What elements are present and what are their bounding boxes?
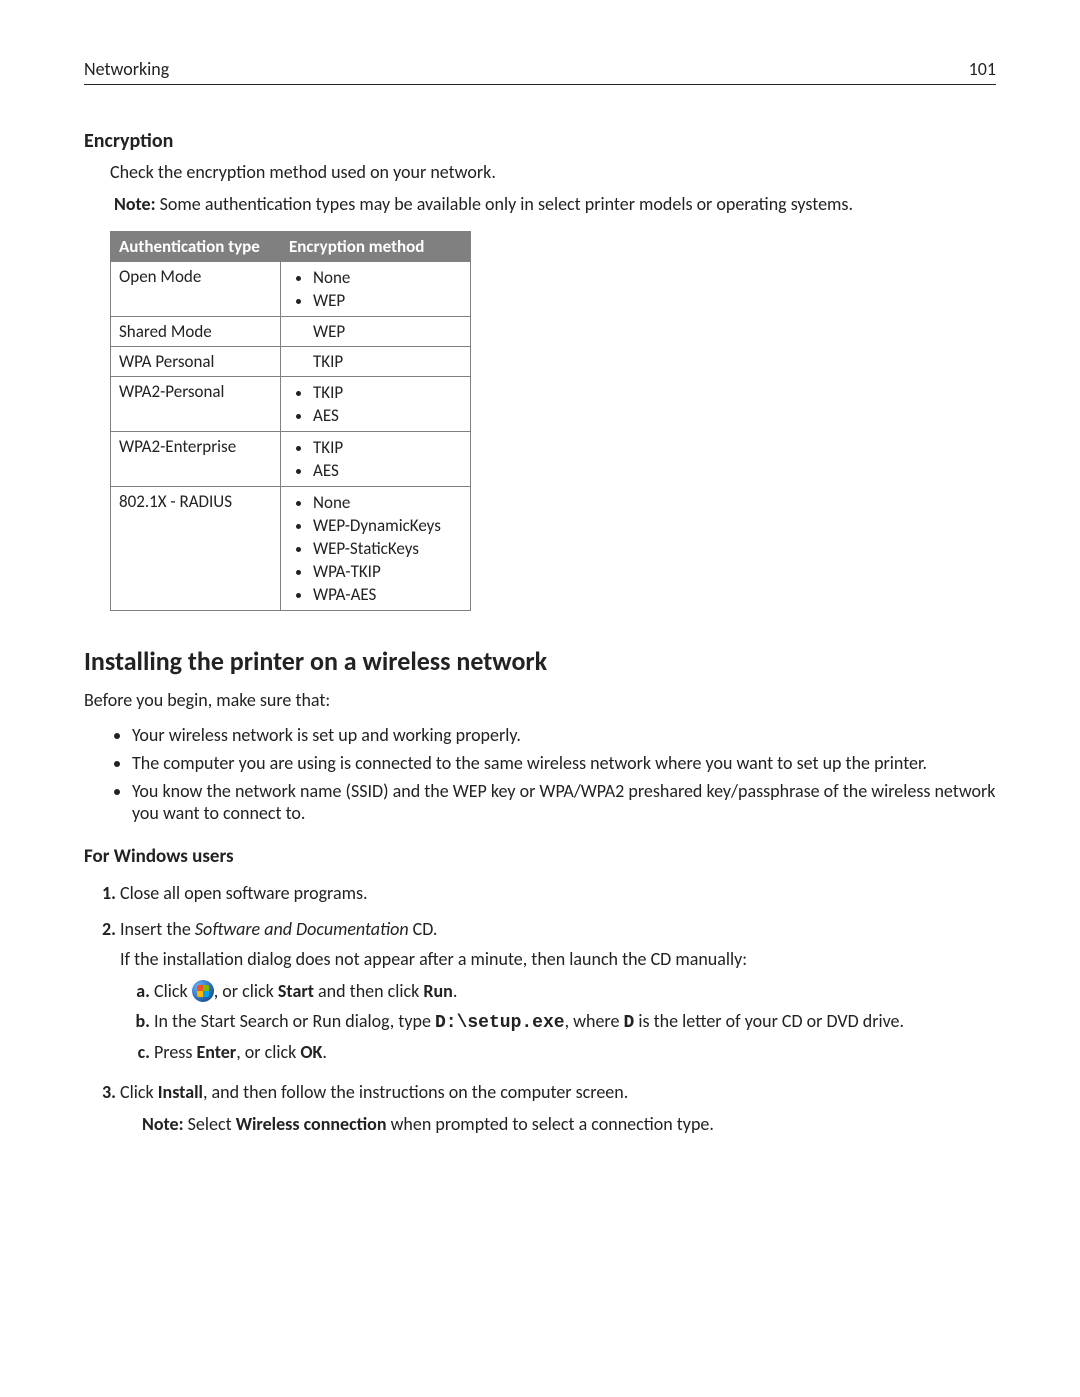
method-item: None <box>313 266 462 289</box>
enc-method-cell: NoneWEP-DynamicKeysWEP-StaticKeysWPA-TKI… <box>281 487 471 611</box>
method-item: WEP-DynamicKeys <box>313 514 462 537</box>
method-list: TKIPAES <box>289 436 462 482</box>
method-item: WPA-TKIP <box>313 560 462 583</box>
step-2-sub: If the installation dialog does not appe… <box>120 948 996 970</box>
method-item: WPA-AES <box>313 583 462 606</box>
prereq-item: Your wireless network is set up and work… <box>132 721 996 749</box>
install-intro: Before you begin, make sure that: <box>84 689 996 711</box>
step-2c: Press Enter, or click OK. <box>154 1037 996 1067</box>
method-list: NoneWEP <box>289 266 462 312</box>
enc-method-cell: TKIPAES <box>281 377 471 432</box>
th-auth-type: Authentication type <box>111 232 281 262</box>
step-1: Close all open software programs. <box>120 878 996 908</box>
method-item: WEP-StaticKeys <box>313 537 462 560</box>
prereq-item: The computer you are using is connected … <box>132 749 996 777</box>
enc-method-cell: TKIPAES <box>281 432 471 487</box>
th-enc-method: Encryption method <box>281 232 471 262</box>
method-item: WEP <box>289 321 462 342</box>
windows-start-icon <box>192 980 214 1002</box>
page-header: Networking 101 <box>84 58 996 85</box>
encryption-note: Note: Some authentication types may be a… <box>114 193 996 215</box>
windows-steps: Close all open software programs. Insert… <box>84 878 996 1139</box>
note-body: Some authentication types may be availab… <box>156 193 853 215</box>
auth-type-cell: Shared Mode <box>111 317 281 347</box>
enc-method-cell: WEP <box>281 317 471 347</box>
note-label: Note: <box>114 193 156 215</box>
table-row: 802.1X - RADIUSNoneWEP-DynamicKeysWEP-St… <box>111 487 471 611</box>
method-item: None <box>313 491 462 514</box>
table-row: Open ModeNoneWEP <box>111 262 471 317</box>
install-prereq-list: Your wireless network is set up and work… <box>84 721 996 827</box>
method-item: AES <box>313 459 462 482</box>
auth-type-cell: Open Mode <box>111 262 281 317</box>
method-item: AES <box>313 404 462 427</box>
step-2: Insert the Software and Documentation CD… <box>120 914 996 1071</box>
table-row: Shared Mode WEP <box>111 317 471 347</box>
prereq-item: You know the network name (SSID) and the… <box>132 777 996 827</box>
document-page: Networking 101 Encryption Check the encr… <box>0 0 1080 1205</box>
auth-type-cell: 802.1X - RADIUS <box>111 487 281 611</box>
windows-heading: For Windows users <box>84 845 996 868</box>
step-3-note: Note: Select Wireless connection when pr… <box>142 1113 996 1135</box>
method-item: TKIP <box>313 436 462 459</box>
table-row: WPA2-PersonalTKIPAES <box>111 377 471 432</box>
auth-type-cell: WPA2-Enterprise <box>111 432 281 487</box>
encryption-intro: Check the encryption method used on your… <box>110 161 996 183</box>
method-list: TKIPAES <box>289 381 462 427</box>
step-2-text: Insert the Software and Documentation CD… <box>120 918 437 940</box>
encryption-table: Authentication type Encryption method Op… <box>110 231 471 611</box>
step-1-text: Close all open software programs. <box>120 882 368 904</box>
step-2-substeps: Click , or click Start and then click Ru… <box>120 976 996 1067</box>
method-item: TKIP <box>313 381 462 404</box>
header-section: Networking <box>84 58 169 80</box>
auth-type-cell: WPA2-Personal <box>111 377 281 432</box>
step-2a: Click , or click Start and then click Ru… <box>154 976 996 1006</box>
table-row: WPA2-EnterpriseTKIPAES <box>111 432 471 487</box>
auth-type-cell: WPA Personal <box>111 347 281 377</box>
method-item: TKIP <box>289 351 462 372</box>
method-list: NoneWEP-DynamicKeysWEP-StaticKeysWPA-TKI… <box>289 491 462 606</box>
step-3: Click Install, and then follow the instr… <box>120 1077 996 1139</box>
header-page-number: 101 <box>969 58 996 80</box>
table-row: WPA Personal TKIP <box>111 347 471 377</box>
method-item: WEP <box>313 289 462 312</box>
encryption-heading: Encryption <box>84 129 996 153</box>
step-2b: In the Start Search or Run dialog, type … <box>154 1006 996 1037</box>
enc-method-cell: NoneWEP <box>281 262 471 317</box>
enc-method-cell: TKIP <box>281 347 471 377</box>
install-heading: Installing the printer on a wireless net… <box>84 645 996 677</box>
